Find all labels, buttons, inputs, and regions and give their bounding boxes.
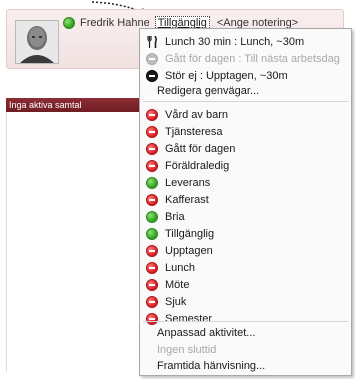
red-minus-icon <box>146 279 158 291</box>
red-minus-icon <box>146 262 158 274</box>
menu-item-leverans[interactable]: Leverans <box>140 175 351 191</box>
menu-item-gatt-for-dagen[interactable]: Gått för dagen <box>140 141 351 157</box>
status-menu: Lunch 30 min : Lunch, ~30m Gått för dage… <box>139 28 352 376</box>
menu-item-label: Tjänsteresa <box>165 126 223 138</box>
menu-item-label: Lunch 30 min : Lunch, ~30m <box>165 36 305 48</box>
green-dot-icon <box>146 211 158 223</box>
red-minus-icon <box>146 109 158 121</box>
available-status-icon <box>63 17 75 29</box>
red-minus-icon <box>146 296 158 308</box>
avatar[interactable] <box>15 20 59 64</box>
menu-item-bria[interactable]: Bria <box>140 209 351 225</box>
menu-item-tillganglig[interactable]: Tillgänglig <box>140 226 351 242</box>
red-minus-icon <box>146 143 158 155</box>
menu-item-foraldraledig[interactable]: Föräldraledig <box>140 158 351 174</box>
menu-separator <box>143 321 348 322</box>
menu-item-label: Bria <box>165 211 185 223</box>
menu-item-label: Semester <box>165 313 213 325</box>
menu-item-label: Ingen sluttid <box>157 344 217 356</box>
menu-item-label: Vård av barn <box>165 109 228 121</box>
menu-item-label: Gått för dagen <box>165 143 236 155</box>
menu-item-label: Tillgänglig <box>165 228 215 240</box>
menu-item-label: Sjuk <box>165 296 187 308</box>
menu-item-sjuk[interactable]: Sjuk <box>140 294 351 310</box>
menu-item-edit-shortcuts[interactable]: Redigera genvägar... <box>140 83 351 99</box>
red-minus-icon <box>146 313 158 325</box>
menu-item-do-not-disturb[interactable]: Stör ej : Upptagen, ~30m <box>140 68 351 84</box>
red-minus-icon <box>146 126 158 138</box>
menu-item-label: Framtida hänvisning... <box>157 360 266 372</box>
menu-item-tjansteresa[interactable]: Tjänsteresa <box>140 124 351 140</box>
menu-item-gone-for-day-recent[interactable]: Gått för dagen : Till nästa arbetsdag <box>140 51 351 67</box>
menu-item-label: Redigera genvägar... <box>157 85 260 97</box>
menu-item-vard-av-barn[interactable]: Vård av barn <box>140 107 351 123</box>
menu-item-label: Stör ej : Upptagen, ~30m <box>165 70 288 82</box>
menu-item-lunch-30[interactable]: Lunch 30 min : Lunch, ~30m <box>140 34 351 50</box>
menu-item-label: Föräldraledig <box>165 160 230 172</box>
red-minus-icon <box>146 160 158 172</box>
fork-knife-icon <box>147 36 157 48</box>
menu-item-upptagen[interactable]: Upptagen <box>140 243 351 259</box>
menu-item-kafferast[interactable]: Kafferast <box>140 192 351 208</box>
menu-item-label: Gått för dagen : Till nästa arbetsdag <box>165 53 340 65</box>
menu-item-lunch[interactable]: Lunch <box>140 260 351 276</box>
menu-item-mote[interactable]: Möte <box>140 277 351 293</box>
menu-item-label: Lunch <box>165 262 195 274</box>
menu-item-future-forwarding[interactable]: Framtida hänvisning... <box>140 358 351 374</box>
black-minus-icon <box>146 70 158 82</box>
divider <box>6 112 7 372</box>
menu-item-label: Kafferast <box>165 194 209 206</box>
menu-item-label: Anpassad aktivitet... <box>157 327 256 339</box>
menu-item-label: Upptagen <box>165 245 213 257</box>
red-minus-icon <box>146 194 158 206</box>
green-dot-icon <box>146 177 158 189</box>
user-photo-icon <box>16 21 58 63</box>
menu-item-custom-activity[interactable]: Anpassad aktivitet... <box>140 325 351 341</box>
menu-separator <box>143 101 348 102</box>
menu-item-label: Leverans <box>165 177 211 189</box>
menu-item-no-end-time: Ingen sluttid <box>140 342 351 358</box>
menu-item-label: Möte <box>165 279 190 291</box>
red-minus-icon <box>146 245 158 257</box>
gray-minus-icon <box>146 53 158 65</box>
green-dot-icon <box>146 228 158 240</box>
